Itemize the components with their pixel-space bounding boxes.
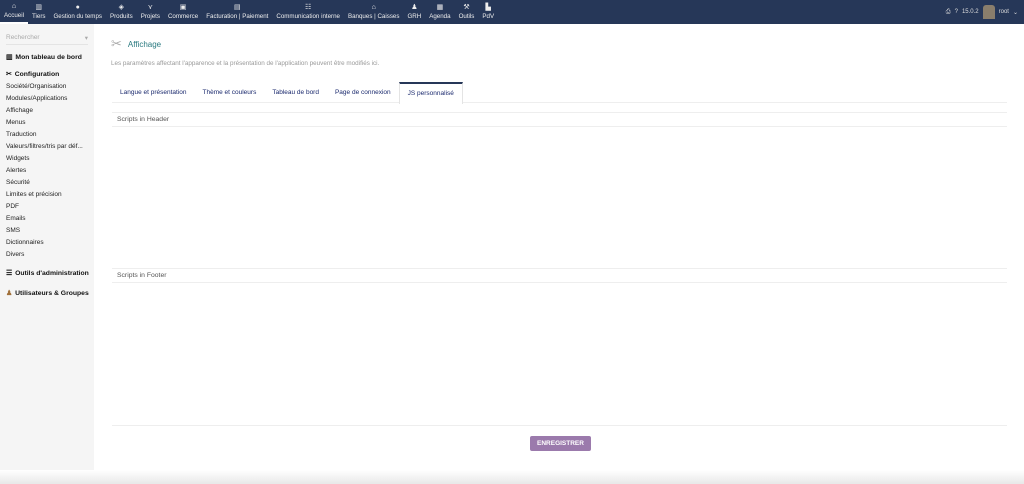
menu-label: GRH xyxy=(407,13,422,20)
label: Utilisateurs & Groupes xyxy=(15,289,89,297)
label: Configuration xyxy=(14,70,60,78)
menu-label: Projets xyxy=(140,13,160,20)
menu-label: PdV xyxy=(482,13,495,20)
menu-label: Banques | Caisses xyxy=(347,13,400,20)
tab-3[interactable]: Tableau de bord xyxy=(264,82,327,103)
menu-label: Facturation | Paiement xyxy=(206,13,269,20)
sidebar: Rechercher ▾ ▥ Mon tableau de bord ✂ Config… xyxy=(0,24,94,470)
sidebar-dashboard[interactable]: ▥ Mon tableau de bord xyxy=(0,47,94,67)
print-icon[interactable]: ⎙ xyxy=(946,9,951,16)
footer-shadow xyxy=(0,470,1024,484)
sidebar-item[interactable]: PDF xyxy=(0,201,94,213)
scripts-footer-label: Scripts in Footer xyxy=(112,268,1007,283)
menu-accueil[interactable]: ⌂ Accueil xyxy=(0,0,28,24)
wrench-icon: ⚒ xyxy=(463,4,470,11)
search-select[interactable]: Rechercher ▾ xyxy=(6,34,88,45)
menu-pdv[interactable]: ▙ PdV xyxy=(478,0,498,24)
top-right-area: ⎙ ? 15.0.2 root ⌄ xyxy=(946,0,1018,24)
clock-icon: ● xyxy=(75,4,80,11)
divider xyxy=(112,425,1007,426)
sidebar-item[interactable]: Modules/Applications xyxy=(0,93,94,105)
tools-icon: ✂ xyxy=(6,71,12,78)
menu-gestion-du-temps[interactable]: ● Gestion du temps xyxy=(49,0,106,24)
menu-label: Accueil xyxy=(4,12,24,19)
menu-communication-interne[interactable]: ☷ Communication interne xyxy=(272,0,344,24)
building-icon: ▥ xyxy=(35,4,43,11)
tab-5[interactable]: JS personnalisé xyxy=(398,82,463,104)
avatar[interactable] xyxy=(982,5,995,19)
scripts-footer-input[interactable] xyxy=(112,284,1007,424)
menu-produits[interactable]: ◈ Produits xyxy=(106,0,137,24)
menu-label: Communication interne xyxy=(276,13,340,20)
tab-bar: Langue et présentation Thème et couleurs T… xyxy=(112,82,1007,104)
sidebar-configuration[interactable]: ✂ Configuration xyxy=(0,67,94,81)
user-tie-icon: ♟ xyxy=(411,4,418,11)
sidebar-item[interactable]: Traduction xyxy=(0,129,94,141)
menu-commerce[interactable]: ▣ Commerce xyxy=(164,0,202,24)
menu-projets[interactable]: ⋎ Projets xyxy=(137,0,164,24)
menu-facturation-paiement[interactable]: ▤ Facturation | Paiement xyxy=(202,0,272,24)
menu-label: Produits xyxy=(109,13,133,20)
sidebar-item[interactable]: Alertes xyxy=(0,165,94,177)
sidebar-admin-tools[interactable]: ☰ Outils d'administration xyxy=(0,263,94,283)
save-button[interactable]: ENREGISTRER xyxy=(530,436,591,451)
top-menu-bar: ⌂ Accueil ▥ Tiers ● Gestion du temps ◈ Produits… xyxy=(0,0,1024,24)
scripts-header-input[interactable] xyxy=(112,128,1007,268)
help-icon[interactable]: ? xyxy=(955,9,958,15)
tab-2[interactable]: Thème et couleurs xyxy=(195,82,265,103)
chevron-down-icon: ▾ xyxy=(84,35,88,42)
tools-icon: ✂ xyxy=(111,36,122,51)
page-description: Les paramètres affectant l'apparence et … xyxy=(111,60,380,67)
tab-1[interactable]: Langue et présentation xyxy=(112,82,195,103)
sidebar-item[interactable]: Société/Organisation xyxy=(0,81,94,93)
sidebar-item[interactable]: Affichage xyxy=(0,105,94,117)
user-menu[interactable]: root xyxy=(999,9,1009,15)
menu-agenda[interactable]: ▦ Agenda xyxy=(425,0,454,24)
cash-register-icon: ▙ xyxy=(485,4,491,11)
label: Outils d'administration xyxy=(15,269,89,277)
search-placeholder: Rechercher xyxy=(6,34,40,41)
home-icon: ⌂ xyxy=(11,3,17,10)
sidebar-item[interactable]: Widgets xyxy=(0,153,94,165)
invoice-icon: ▤ xyxy=(233,4,241,11)
list-icon: ☰ xyxy=(6,270,13,277)
menu-tiers[interactable]: ▥ Tiers xyxy=(28,0,50,24)
main-content: ✂ Affichage Les paramètres affectant l'ap… xyxy=(111,24,1007,470)
title-text: Affichage xyxy=(127,39,162,49)
tab-4[interactable]: Page de connexion xyxy=(327,82,399,103)
sidebar-item[interactable]: Emails xyxy=(0,213,94,225)
briefcase-icon: ▣ xyxy=(179,4,187,11)
version-label: 15.0.2 xyxy=(961,9,979,15)
team-icon: ☷ xyxy=(305,4,312,11)
sidebar-users-groups[interactable]: ♟ Utilisateurs & Groupes xyxy=(0,283,94,303)
project-icon: ⋎ xyxy=(147,4,153,11)
menu-label: Commerce xyxy=(167,13,199,20)
menu-label: Tiers xyxy=(31,13,46,20)
sidebar-item[interactable]: Limites et précision xyxy=(0,189,94,201)
sidebar-item[interactable]: SMS xyxy=(0,225,94,237)
bank-icon: ⌂ xyxy=(371,4,376,11)
label: Mon tableau de bord xyxy=(15,53,82,61)
sidebar-item[interactable]: Dictionnaires xyxy=(0,237,94,249)
cube-icon: ◈ xyxy=(118,4,125,11)
chart-icon: ▥ xyxy=(6,54,13,61)
sidebar-item[interactable]: Sécurité xyxy=(0,177,94,189)
sidebar-item[interactable]: Divers xyxy=(0,249,94,261)
menu-label: Gestion du temps xyxy=(53,13,102,20)
sidebar-item[interactable]: Menus xyxy=(0,117,94,129)
scripts-header-label: Scripts in Header xyxy=(112,112,1007,127)
calendar-icon: ▦ xyxy=(436,4,444,11)
menu-grh[interactable]: ♟ GRH xyxy=(403,0,425,24)
menu-label: Agenda xyxy=(429,13,451,20)
page-title: ✂ Affichage xyxy=(111,36,161,52)
sidebar-item[interactable]: Valeurs/filtres/tris par déf... xyxy=(0,141,94,153)
chevron-down-icon[interactable]: ⌄ xyxy=(1013,9,1018,16)
user-icon: ♟ xyxy=(6,290,13,297)
menu-outils[interactable]: ⚒ Outils xyxy=(455,0,479,24)
menu-label: Outils xyxy=(458,13,475,20)
menu-banques-caisses[interactable]: ⌂ Banques | Caisses xyxy=(344,0,403,24)
